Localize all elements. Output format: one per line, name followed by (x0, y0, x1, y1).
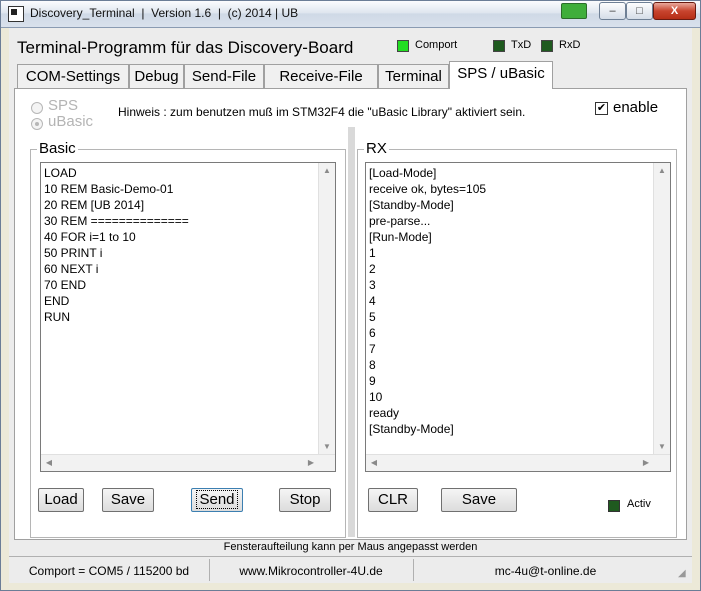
minimize-button[interactable]: – (599, 2, 626, 20)
scroll-left-icon[interactable]: ◀ (366, 455, 382, 471)
basic-code-lines: LOAD 10 REM Basic-Demo-01 20 REM [UB 201… (44, 166, 189, 324)
highlight-marker (561, 3, 587, 19)
activ-label: Activ (627, 498, 651, 510)
clr-button[interactable]: CLR (368, 488, 418, 512)
send-button[interactable]: Send (191, 488, 243, 512)
comport-led (397, 40, 409, 52)
app-icon (8, 6, 24, 22)
txd-label: TxD (511, 39, 532, 51)
activ-led (608, 500, 620, 512)
scroll-right-icon[interactable]: ▶ (303, 455, 319, 471)
title-bar[interactable]: Discovery_Terminal | Version 1.6 | (c) 2… (1, 1, 700, 28)
resize-grip-icon[interactable]: ◢ (678, 569, 688, 579)
rx-horizontal-scrollbar[interactable]: ◀ ▶ (366, 454, 670, 471)
status-website: www.Mikrocontroller-4U.de (239, 564, 383, 578)
ubasic-radio-label: uBasic (48, 113, 94, 130)
basic-group: Basic LOAD 10 REM Basic-Demo-01 20 REM [… (30, 140, 346, 538)
scroll-down-icon[interactable]: ▼ (654, 439, 670, 455)
status-email: mc-4u@t-online.de (494, 564, 597, 578)
rx-output-list[interactable]: [Load-Mode] receive ok, bytes=105 [Stand… (365, 162, 671, 472)
rx-group-title: RX (364, 140, 389, 157)
rx-save-button[interactable]: Save (441, 488, 517, 512)
rxd-led (541, 40, 553, 52)
stop-button[interactable]: Stop (279, 488, 331, 512)
status-bar: Comport = COM5 / 115200 bd www.Mikrocont… (9, 556, 692, 583)
basic-horizontal-scrollbar[interactable]: ◀ ▶ (41, 454, 335, 471)
basic-vertical-scrollbar[interactable]: ▲ ▼ (318, 163, 335, 455)
scroll-right-icon[interactable]: ▶ (638, 455, 654, 471)
tab-terminal[interactable]: Terminal (378, 64, 449, 88)
sps-radio-label: SPS (48, 97, 79, 114)
app-window: Discovery_Terminal | Version 1.6 | (c) 2… (0, 0, 701, 591)
splitter-hint: Fensteraufteilung kann per Maus angepass… (223, 541, 478, 553)
window-title: Discovery_Terminal | Version 1.6 | (c) 2… (30, 6, 299, 20)
ubasic-hint: Hinweis : zum benutzen muß im STM32F4 di… (118, 105, 526, 119)
maximize-button[interactable]: □ (626, 2, 653, 20)
scroll-left-icon[interactable]: ◀ (41, 455, 57, 471)
status-comport: Comport = COM5 / 115200 bd (28, 564, 190, 578)
tab-receive-file[interactable]: Receive-File (264, 64, 378, 88)
enable-checkbox[interactable]: ✔ (595, 102, 608, 115)
close-button[interactable]: X (653, 2, 696, 20)
basic-save-button[interactable]: Save (102, 488, 154, 512)
rx-vertical-scrollbar[interactable]: ▲ ▼ (653, 163, 670, 455)
load-button[interactable]: Load (38, 488, 84, 512)
basic-code-list[interactable]: LOAD 10 REM Basic-Demo-01 20 REM [UB 201… (40, 162, 336, 472)
tab-sps-ubasic[interactable]: SPS / uBasic (449, 61, 553, 89)
send-button-label: Send (196, 490, 238, 509)
scroll-down-icon[interactable]: ▼ (319, 439, 335, 455)
sps-ubasic-panel: SPS uBasic Hinweis : zum benutzen muß im… (14, 88, 687, 540)
rxd-label: RxD (559, 39, 581, 51)
rx-output-lines: [Load-Mode] receive ok, bytes=105 [Stand… (369, 166, 487, 436)
sps-radio (31, 102, 43, 114)
scroll-up-icon[interactable]: ▲ (319, 163, 335, 179)
rx-group: RX [Load-Mode] receive ok, bytes=105 [St… (357, 140, 677, 538)
tab-debug[interactable]: Debug (129, 64, 184, 88)
tab-com-settings[interactable]: COM-Settings (17, 64, 129, 88)
basic-group-title: Basic (37, 140, 78, 157)
comport-label: Comport (415, 39, 458, 51)
pane-splitter[interactable] (348, 127, 355, 537)
client-area: Terminal-Programm für das Discovery-Boar… (9, 28, 692, 583)
txd-led (493, 40, 505, 52)
enable-label[interactable]: enable (613, 99, 658, 116)
scroll-up-icon[interactable]: ▲ (654, 163, 670, 179)
tab-send-file[interactable]: Send-File (184, 64, 264, 88)
ubasic-radio (31, 118, 43, 130)
app-heading: Terminal-Programm für das Discovery-Boar… (17, 38, 354, 57)
